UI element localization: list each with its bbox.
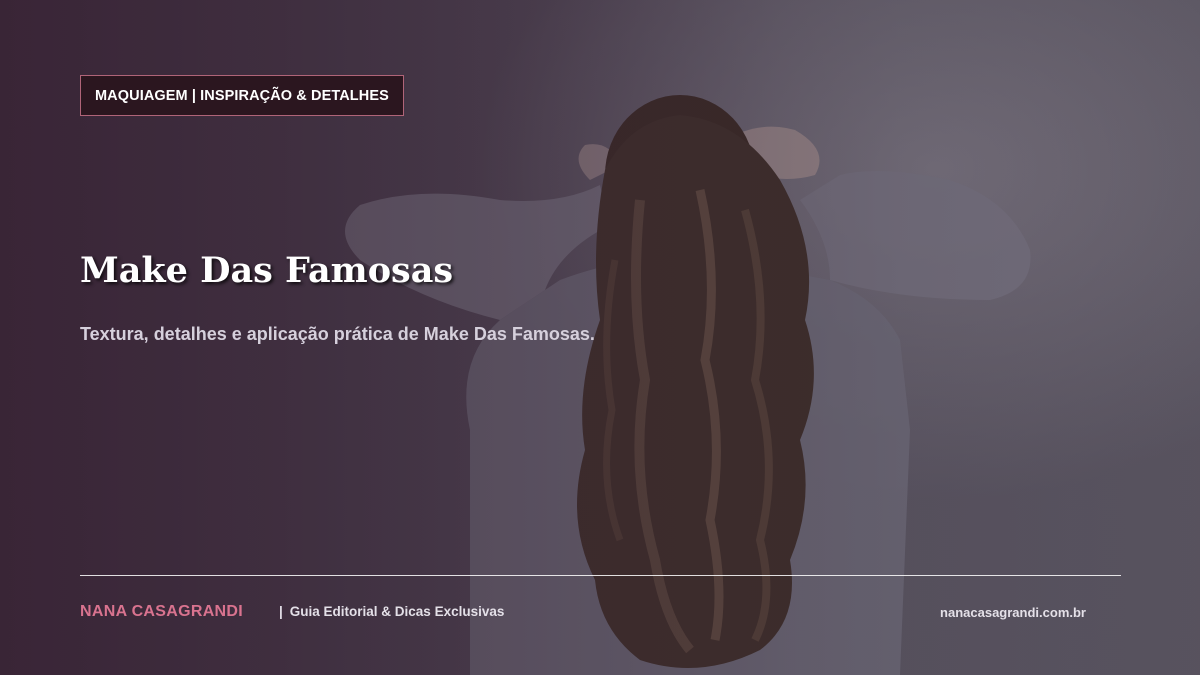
hero-banner: MAQUIAGEM | INSPIRAÇÃO & DETALHES Make D… <box>0 0 1200 675</box>
page-title: Make Das Famosas <box>80 250 454 291</box>
tagline-separator: | <box>279 604 283 619</box>
page-subtitle: Textura, detalhes e aplicação prática de… <box>80 324 595 344</box>
brand-name[interactable]: NANA CASAGRANDI <box>80 603 243 621</box>
tagline-text: Guia Editorial & Dicas Exclusivas <box>289 604 505 619</box>
footer-divider <box>80 575 1121 576</box>
site-url-link[interactable]: nanacasagrandi.com.br <box>940 605 1086 620</box>
category-badge[interactable]: MAQUIAGEM | INSPIRAÇÃO & DETALHES <box>80 75 404 116</box>
brand-tagline: | Guia Editorial & Dicas Exclusivas <box>279 604 504 619</box>
